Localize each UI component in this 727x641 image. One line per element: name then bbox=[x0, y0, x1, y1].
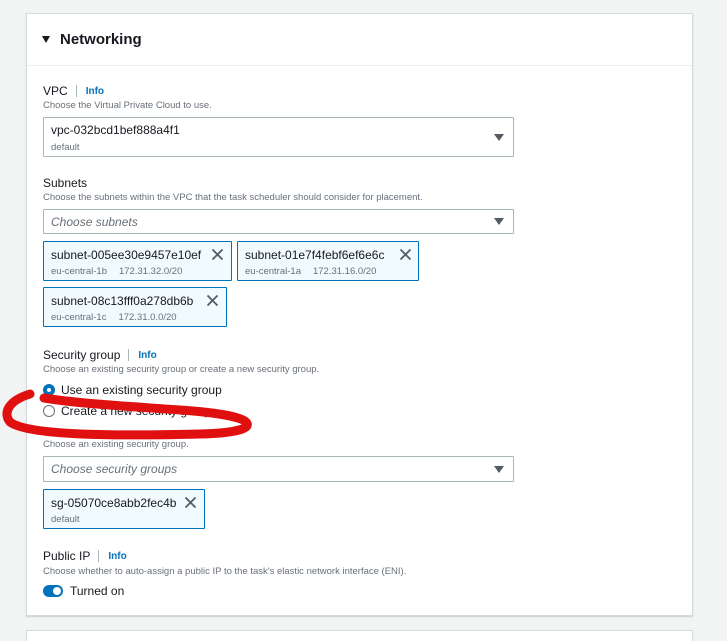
dropdown-arrow-icon bbox=[494, 466, 504, 473]
subnet-token-az: eu-central-1c bbox=[51, 312, 107, 323]
vpc-selected-sub: default bbox=[51, 142, 80, 153]
subnet-token-az: eu-central-1b bbox=[51, 266, 107, 277]
security-group-sub-description: Choose an existing security group. bbox=[43, 439, 189, 450]
vpc-select[interactable]: vpc-032bcd1bef888a4f1 default bbox=[43, 117, 514, 157]
vpc-label: VPC bbox=[43, 84, 68, 98]
divider bbox=[75, 85, 77, 97]
section-title: Networking bbox=[60, 31, 142, 48]
vpc-description: Choose the Virtual Private Cloud to use. bbox=[43, 100, 212, 111]
public-ip-info-link[interactable]: Info bbox=[108, 551, 126, 562]
remove-token-icon[interactable] bbox=[184, 496, 197, 509]
subnet-token-id: subnet-08c13fff0a278db6b bbox=[51, 294, 194, 308]
caret-down-icon[interactable] bbox=[42, 36, 50, 43]
subnets-placeholder: Choose subnets bbox=[51, 215, 138, 229]
dropdown-arrow-icon bbox=[494, 134, 504, 141]
dropdown-arrow-icon bbox=[494, 218, 504, 225]
section-header[interactable]: Networking bbox=[27, 14, 692, 66]
security-group-info-link[interactable]: Info bbox=[138, 350, 156, 361]
public-ip-label-row: Public IP Info bbox=[43, 549, 127, 563]
page: Networking VPC Info Choose the Virtual P… bbox=[0, 0, 727, 641]
red-annotation-scribble bbox=[2, 389, 252, 440]
security-groups-placeholder: Choose security groups bbox=[51, 462, 178, 476]
vpc-info-link[interactable]: Info bbox=[86, 86, 104, 97]
subnet-token: subnet-01e7f4febf6ef6e6c eu-central-1a 17… bbox=[237, 241, 419, 281]
remove-token-icon[interactable] bbox=[399, 248, 412, 261]
toggle-knob bbox=[53, 587, 61, 595]
subnet-token: subnet-005ee30e9457e10ef eu-central-1b 17… bbox=[43, 241, 232, 281]
subnet-token-cidr: 172.31.16.0/20 bbox=[312, 266, 377, 277]
subnet-token-cidr: 172.31.0.0/20 bbox=[118, 312, 177, 323]
divider bbox=[128, 349, 130, 361]
subnet-token-details: eu-central-1c 172.31.0.0/20 bbox=[51, 312, 189, 323]
subnet-token-details: eu-central-1a 172.31.16.0/20 bbox=[245, 266, 388, 277]
public-ip-description: Choose whether to auto-assign a public I… bbox=[43, 566, 407, 577]
security-groups-select[interactable]: Choose security groups bbox=[43, 456, 514, 482]
security-group-token-sub: default bbox=[51, 514, 80, 525]
subnet-token-id: subnet-01e7f4febf6ef6e6c bbox=[245, 248, 385, 262]
security-group-token-id: sg-05070ce8abb2fec4b bbox=[51, 496, 177, 510]
security-group-description: Choose an existing security group or cre… bbox=[43, 364, 320, 375]
subnet-token-az: eu-central-1a bbox=[245, 266, 301, 277]
subnets-label-row: Subnets bbox=[43, 176, 87, 190]
subnet-token-cidr: 172.31.32.0/20 bbox=[118, 266, 183, 277]
vpc-selected-value: vpc-032bcd1bef888a4f1 bbox=[51, 123, 180, 137]
remove-token-icon[interactable] bbox=[206, 294, 219, 307]
divider bbox=[98, 550, 100, 562]
security-group-label-row: Security group Info bbox=[43, 348, 157, 362]
subnet-token-details: eu-central-1b 172.31.32.0/20 bbox=[51, 266, 194, 277]
public-ip-toggle-label[interactable]: Turned on bbox=[70, 584, 124, 598]
subnets-label: Subnets bbox=[43, 176, 88, 190]
security-group-label: Security group bbox=[43, 348, 121, 362]
security-group-token: sg-05070ce8abb2fec4b default bbox=[43, 489, 205, 529]
public-ip-toggle[interactable] bbox=[43, 585, 63, 597]
subnet-token: subnet-08c13fff0a278db6b eu-central-1c 17… bbox=[43, 287, 227, 327]
public-ip-label: Public IP bbox=[43, 549, 91, 563]
subnets-description: Choose the subnets within the VPC that t… bbox=[43, 192, 423, 203]
next-panel bbox=[26, 630, 693, 641]
vpc-label-row: VPC Info bbox=[43, 84, 104, 98]
subnet-token-id: subnet-005ee30e9457e10ef bbox=[51, 248, 202, 262]
networking-panel: Networking VPC Info Choose the Virtual P… bbox=[26, 13, 693, 616]
subnets-select[interactable]: Choose subnets bbox=[43, 209, 514, 234]
remove-token-icon[interactable] bbox=[211, 248, 224, 261]
